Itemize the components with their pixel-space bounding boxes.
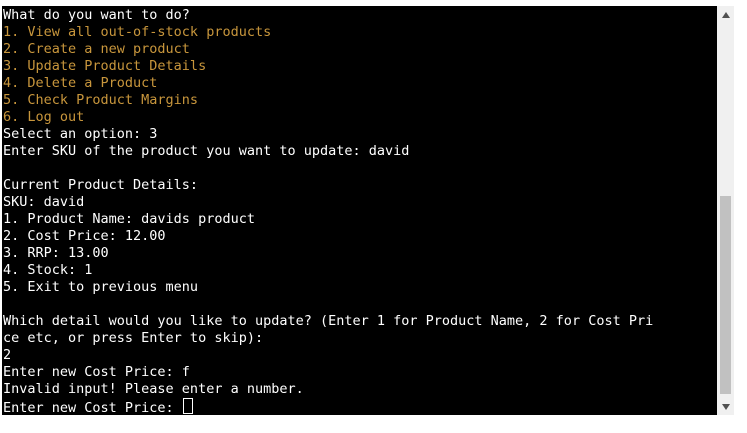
menu-option-update-product: 3. Update Product Details [3, 58, 207, 74]
which-detail-prompt-cont: ce etc, or press Enter to skip): [3, 330, 264, 346]
enter-sku-line: Enter SKU of the product you want to upd… [3, 143, 410, 159]
details-header: Current Product Details: [3, 177, 199, 193]
text-cursor[interactable] [182, 398, 193, 414]
triangle-up-icon [721, 11, 730, 18]
detail-exit: 5. Exit to previous menu [3, 279, 199, 295]
detail-product-name: 1. Product Name: davids product [3, 211, 255, 227]
sku-line: SKU: david [3, 194, 85, 210]
triangle-down-icon [721, 403, 730, 410]
user-choice-line: 2 [3, 347, 12, 363]
scrollbar-thumb[interactable] [720, 196, 731, 394]
menu-option-check-margins: 5. Check Product Margins [3, 92, 199, 108]
terminal-output: What do you want to do? 1. View all out-… [3, 7, 717, 415]
detail-cost-price: 2. Cost Price: 12.00 [3, 228, 166, 244]
scroll-up-button[interactable] [717, 6, 734, 23]
prompt-header: What do you want to do? [3, 7, 190, 23]
vertical-scrollbar[interactable] [717, 6, 734, 415]
menu-option-view-out-of-stock: 1. View all out-of-stock products [3, 24, 272, 40]
select-option-line: Select an option: 3 [3, 126, 158, 142]
detail-rrp: 3. RRP: 13.00 [3, 245, 109, 261]
menu-option-log-out: 6. Log out [3, 109, 85, 125]
enter-cost-price-line: Enter new Cost Price: f [3, 364, 190, 380]
which-detail-prompt: Which detail would you like to update? (… [3, 313, 654, 329]
active-prompt-text: Enter new Cost Price: [3, 400, 182, 415]
detail-stock: 4. Stock: 1 [3, 262, 93, 278]
menu-option-delete-product: 4. Delete a Product [3, 75, 158, 91]
menu-option-create-product: 2. Create a new product [3, 41, 190, 57]
invalid-input-message: Invalid input! Please enter a number. [3, 381, 304, 397]
active-prompt-line[interactable]: Enter new Cost Price: [3, 398, 717, 415]
terminal-window[interactable]: What do you want to do? 1. View all out-… [2, 6, 717, 415]
scroll-down-button[interactable] [717, 398, 734, 415]
